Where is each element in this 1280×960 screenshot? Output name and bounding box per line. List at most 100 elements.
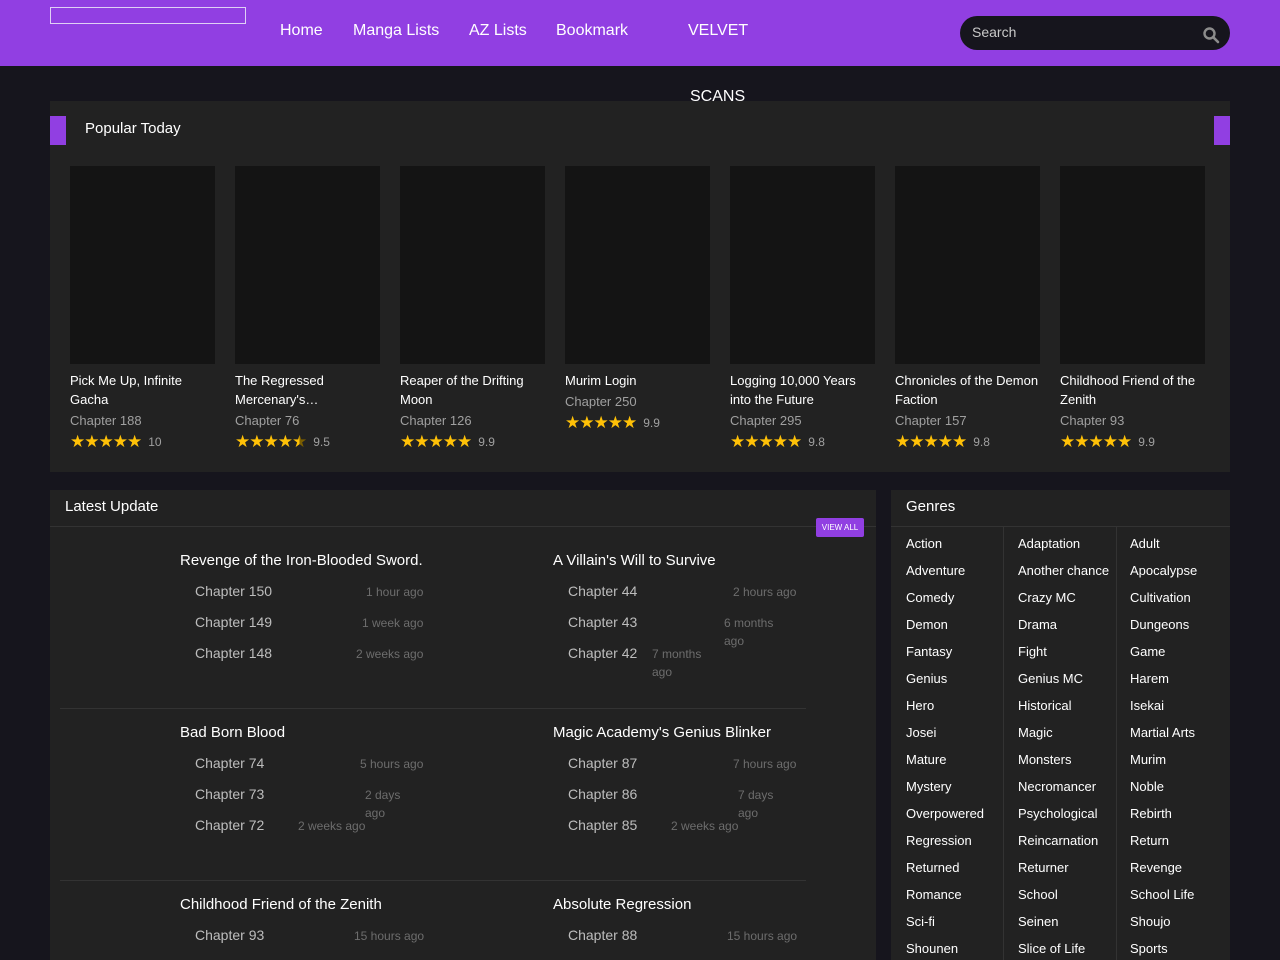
chapter-link[interactable]: Chapter 87	[568, 755, 637, 771]
genre-link[interactable]: Fantasy	[906, 644, 952, 660]
genre-link[interactable]: Adaptation	[1018, 536, 1080, 552]
genre-link[interactable]: Action	[906, 536, 942, 552]
genre-link[interactable]: Returned	[906, 860, 959, 876]
manga-card[interactable]: Logging 10,000 Years into the Future Chap…	[730, 166, 875, 450]
genre-link[interactable]: Magic	[1018, 725, 1053, 741]
manga-card[interactable]: Murim Login Chapter 250 ★ ★ ★ ★ ★ 9.9	[565, 166, 710, 431]
genre-link[interactable]: Murim	[1130, 752, 1166, 768]
genre-link[interactable]: Monsters	[1018, 752, 1071, 768]
chapter-link[interactable]: Chapter 149	[195, 614, 272, 630]
chapter-row[interactable]: Chapter 43 6 months ago	[553, 602, 803, 648]
chapter-row[interactable]: Chapter 72 2 weeks ago	[180, 805, 430, 836]
nav-az-lists[interactable]: AZ Lists	[469, 21, 527, 41]
manga-title[interactable]: Bad Born Blood	[180, 723, 430, 743]
chapter-label[interactable]: Chapter 250	[565, 394, 710, 409]
genre-link[interactable]: Genius MC	[1018, 671, 1083, 687]
chapter-row[interactable]: Chapter 74 5 hours ago	[180, 743, 430, 774]
chapter-link[interactable]: Chapter 148	[195, 645, 272, 661]
view-all-button[interactable]: VIEW ALL	[816, 518, 864, 537]
chapter-link[interactable]: Chapter 73	[195, 786, 264, 802]
manga-title[interactable]: Pick Me Up, Infinite Gacha	[70, 371, 220, 409]
genre-link[interactable]: Romance	[906, 887, 962, 903]
chapter-link[interactable]: Chapter 88	[568, 927, 637, 943]
genre-link[interactable]: Sports	[1130, 941, 1168, 957]
genre-link[interactable]: Shounen	[906, 941, 958, 957]
chapter-row[interactable]: Chapter 149 1 week ago	[180, 602, 430, 633]
genre-link[interactable]: Sci-fi	[906, 914, 935, 930]
chapter-row[interactable]: Chapter 42 7 months ago	[553, 633, 803, 679]
genre-link[interactable]: Slice of Life	[1018, 941, 1085, 957]
manga-card[interactable]: Pick Me Up, Infinite Gacha Chapter 188 ★ ★ ★…	[70, 166, 215, 450]
cover-image[interactable]	[235, 166, 380, 364]
cover-image[interactable]	[70, 166, 215, 364]
genre-link[interactable]: Drama	[1018, 617, 1057, 633]
genre-link[interactable]: Regression	[906, 833, 972, 849]
nav-home[interactable]: Home	[280, 21, 323, 41]
chapter-row[interactable]: Chapter 86 7 days ago	[553, 774, 803, 820]
manga-title[interactable]: Chronicles of the Demon Faction	[895, 371, 1045, 409]
genre-link[interactable]: Adult	[1130, 536, 1160, 552]
genre-link[interactable]: Isekai	[1130, 698, 1164, 714]
genre-link[interactable]: Genius	[906, 671, 947, 687]
site-logo[interactable]	[50, 7, 246, 24]
chapter-label[interactable]: Chapter 126	[400, 413, 545, 428]
manga-title[interactable]: A Villain's Will to Survive	[553, 551, 803, 571]
genre-link[interactable]: Adventure	[906, 563, 965, 579]
manga-card[interactable]: Childhood Friend of the Zenith Chapter 93…	[1060, 166, 1205, 450]
nav-manga-lists[interactable]: Manga Lists	[353, 21, 439, 41]
genre-link[interactable]: Harem	[1130, 671, 1169, 687]
genre-link[interactable]: School Life	[1130, 887, 1194, 903]
manga-title[interactable]: Reaper of the Drifting Moon	[400, 371, 550, 409]
genre-link[interactable]: Return	[1130, 833, 1169, 849]
cover-image[interactable]	[895, 166, 1040, 364]
chapter-link[interactable]: Chapter 74	[195, 755, 264, 771]
genre-link[interactable]: Overpowered	[906, 806, 984, 822]
genre-link[interactable]: Revenge	[1130, 860, 1182, 876]
genre-link[interactable]: Apocalypse	[1130, 563, 1197, 579]
chapter-row[interactable]: Chapter 44 2 hours ago	[553, 571, 803, 602]
chapter-row[interactable]: Chapter 148 2 weeks ago	[180, 633, 430, 664]
genre-link[interactable]: Game	[1130, 644, 1165, 660]
genre-link[interactable]: Noble	[1130, 779, 1164, 795]
genre-link[interactable]: Demon	[906, 617, 948, 633]
chapter-link[interactable]: Chapter 44	[568, 583, 637, 599]
chapter-row[interactable]: Chapter 88 15 hours ago	[553, 915, 803, 946]
cover-image[interactable]	[1060, 166, 1205, 364]
chapter-link[interactable]: Chapter 150	[195, 583, 272, 599]
chapter-row[interactable]: Chapter 150 1 hour ago	[180, 571, 430, 602]
genre-link[interactable]: Dungeons	[1130, 617, 1189, 633]
genre-link[interactable]: Historical	[1018, 698, 1071, 714]
genre-link[interactable]: School	[1018, 887, 1058, 903]
chapter-row[interactable]: Chapter 85 2 weeks ago	[553, 805, 803, 836]
manga-title[interactable]: Revenge of the Iron-Blooded Sword.	[180, 551, 430, 571]
genre-link[interactable]: Psychological	[1018, 806, 1098, 822]
genre-link[interactable]: Cultivation	[1130, 590, 1191, 606]
manga-title[interactable]: Logging 10,000 Years into the Future	[730, 371, 880, 409]
genre-link[interactable]: Hero	[906, 698, 934, 714]
genre-link[interactable]: Shoujo	[1130, 914, 1170, 930]
genre-link[interactable]: Mature	[906, 752, 946, 768]
chapter-link[interactable]: Chapter 93	[195, 927, 264, 943]
genre-link[interactable]: Fight	[1018, 644, 1047, 660]
genre-link[interactable]: Another chance	[1018, 563, 1109, 579]
chapter-label[interactable]: Chapter 157	[895, 413, 1040, 428]
cover-image[interactable]	[400, 166, 545, 364]
nav-bookmark[interactable]: Bookmark	[556, 21, 628, 41]
genre-link[interactable]: Seinen	[1018, 914, 1058, 930]
cover-image[interactable]	[730, 166, 875, 364]
chapter-label[interactable]: Chapter 295	[730, 413, 875, 428]
chapter-row[interactable]: Chapter 73 2 days ago	[180, 774, 430, 820]
chapter-row[interactable]: Chapter 93 15 hours ago	[180, 915, 430, 946]
chapter-row[interactable]: Chapter 87 7 hours ago	[553, 743, 803, 774]
manga-title[interactable]: Magic Academy's Genius Blinker	[553, 723, 803, 743]
genre-link[interactable]: Reincarnation	[1018, 833, 1098, 849]
manga-title[interactable]: The Regressed Mercenary's…	[235, 371, 385, 409]
genre-link[interactable]: Rebirth	[1130, 806, 1172, 822]
manga-title[interactable]: Childhood Friend of the Zenith	[1060, 371, 1210, 409]
genre-link[interactable]: Comedy	[906, 590, 954, 606]
manga-title[interactable]: Murim Login	[565, 371, 715, 390]
genre-link[interactable]: Returner	[1018, 860, 1069, 876]
manga-card[interactable]: The Regressed Mercenary's… Chapter 76 ★ ★ ★ ★…	[235, 166, 380, 450]
chapter-link[interactable]: Chapter 85	[568, 817, 637, 833]
chapter-label[interactable]: Chapter 76	[235, 413, 380, 428]
